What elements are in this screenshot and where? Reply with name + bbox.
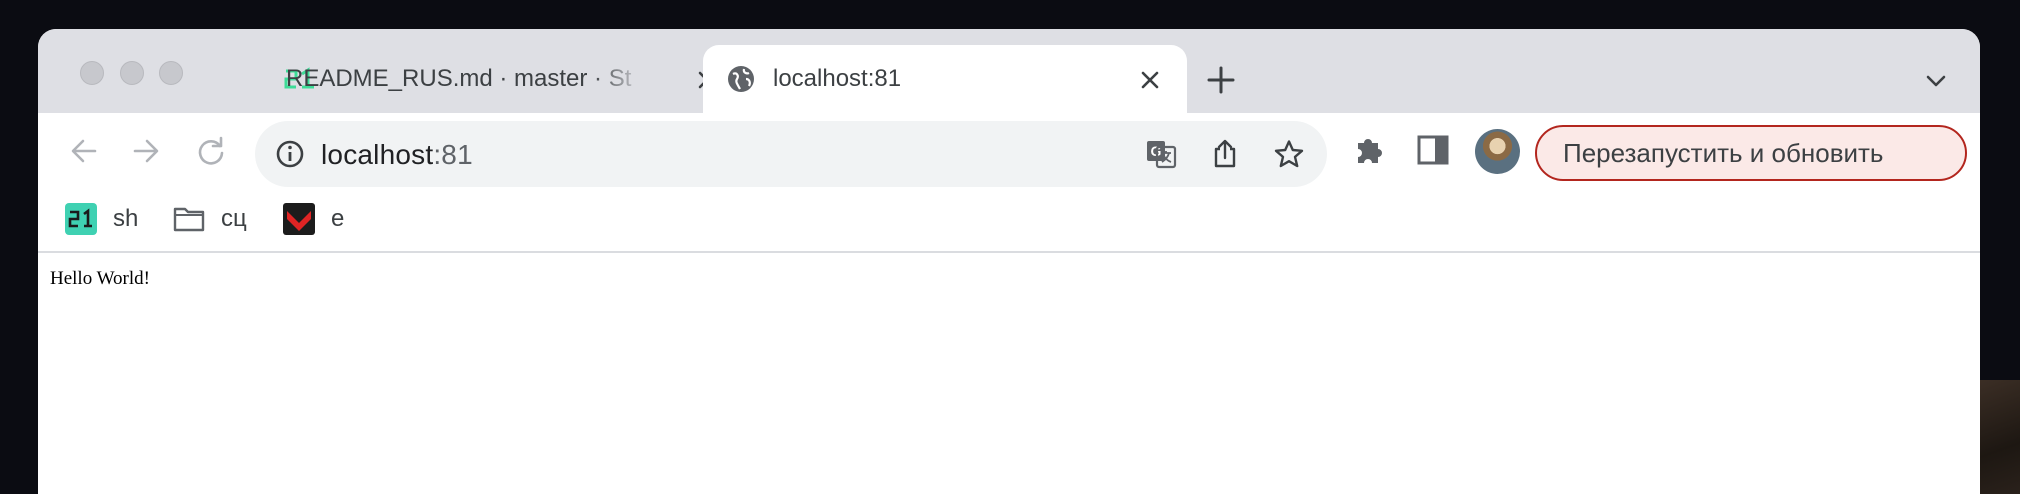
window-close-light[interactable] <box>80 61 104 85</box>
relaunch-label: Перезапустить и обновить <box>1563 137 1884 168</box>
tab-strip: README_RUS.md · master · St localhost:81 <box>38 29 1980 113</box>
tab-localhost[interactable]: localhost:81 <box>703 45 1187 113</box>
url-text[interactable]: localhost:81 <box>321 139 473 171</box>
url-port: :81 <box>433 139 473 170</box>
bookmark-label: e <box>331 205 345 232</box>
toolbar: localhost:81 G Перезапустить и обновить <box>38 113 1980 189</box>
avatar[interactable] <box>1475 129 1520 174</box>
globe-icon <box>728 66 754 92</box>
translate-icon[interactable]: G <box>1145 138 1177 170</box>
folder-icon <box>173 207 205 232</box>
tab-title: localhost:81 <box>773 65 902 92</box>
page-content: Hello World! <box>38 253 1980 494</box>
window-minimize-light[interactable] <box>120 61 144 85</box>
bookmarks-bar: sh сц e <box>38 189 1980 253</box>
bookmark-e[interactable]: e <box>283 201 344 237</box>
bookmark-folder[interactable]: сц <box>173 201 247 237</box>
school21-icon <box>65 203 97 235</box>
back-arrow-icon[interactable] <box>68 135 100 167</box>
chevron-down-icon[interactable] <box>1924 69 1948 93</box>
reload-icon[interactable] <box>195 135 227 167</box>
share-icon[interactable] <box>1210 139 1240 169</box>
plus-icon[interactable] <box>1206 65 1236 95</box>
bookmark-label: сц <box>221 205 247 232</box>
forward-arrow-icon[interactable] <box>130 135 162 167</box>
browser-window: README_RUS.md · master · St localhost:81 <box>38 29 1980 494</box>
window-zoom-light[interactable] <box>159 61 183 85</box>
url-host: localhost <box>321 139 434 170</box>
star-icon[interactable] <box>1274 139 1304 169</box>
red-chevron-icon <box>283 203 315 235</box>
desktop-background <box>1980 380 2020 494</box>
close-icon[interactable] <box>1139 69 1161 91</box>
page-text: Hello World! <box>50 268 150 289</box>
bookmark-sh[interactable]: sh <box>65 201 138 237</box>
tab-readme[interactable]: README_RUS.md · master · St <box>238 45 726 113</box>
puzzle-icon[interactable] <box>1352 133 1386 167</box>
bookmark-label: sh <box>113 205 139 232</box>
info-icon[interactable] <box>275 139 305 169</box>
address-bar[interactable]: localhost:81 G <box>255 121 1327 187</box>
relaunch-update-button[interactable]: Перезапустить и обновить <box>1535 125 1967 181</box>
side-panel-icon[interactable] <box>1416 133 1450 167</box>
tab-title: README_RUS.md · master · St <box>286 65 632 92</box>
